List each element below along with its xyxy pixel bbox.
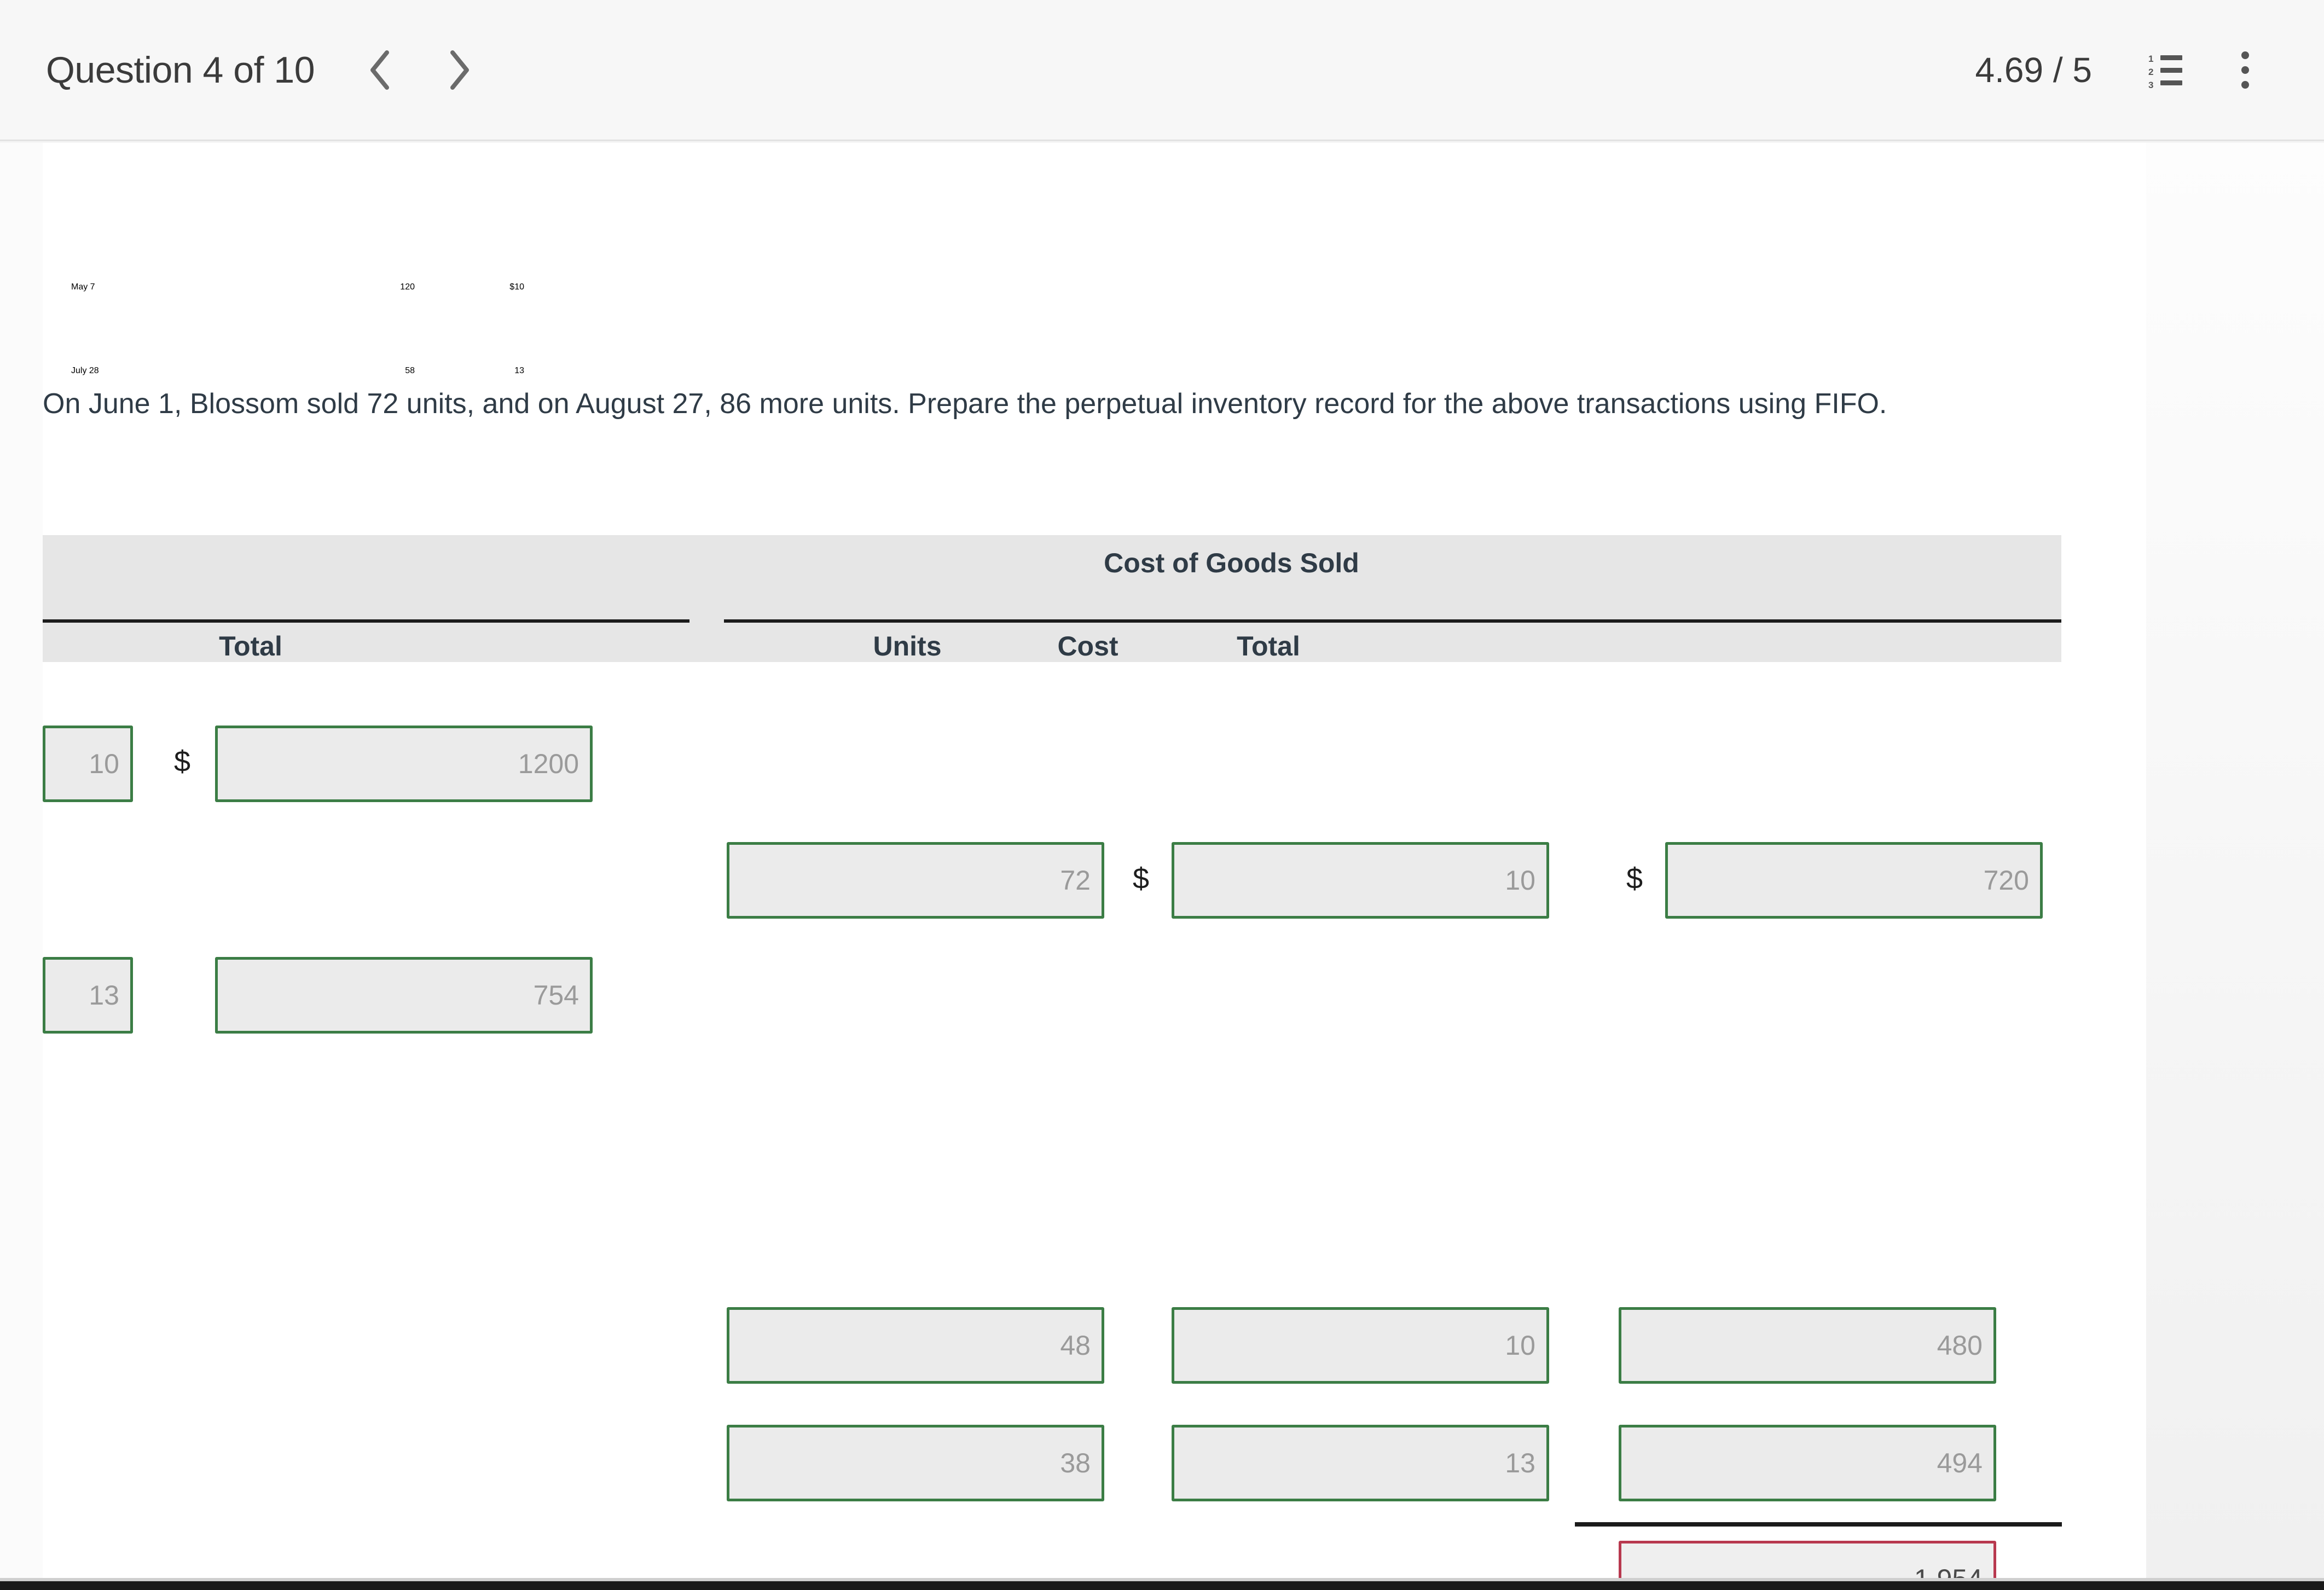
answer-input-row4-cost[interactable]: 10 bbox=[1172, 1307, 1549, 1384]
question-prompt: On June 1, Blossom sold 72 units, and on… bbox=[43, 388, 1887, 420]
header-left-group: Question 4 of 10 bbox=[46, 44, 485, 96]
header-right-group: 4.69 / 5 1 2 3 bbox=[1975, 44, 2272, 96]
chevron-left-icon bbox=[365, 48, 396, 92]
txn-cost: 13 bbox=[514, 366, 524, 375]
list-number-3: 3 bbox=[2148, 79, 2154, 90]
right-gutter bbox=[2146, 143, 2324, 1582]
txn-date: July 28 bbox=[71, 366, 99, 375]
question-list-button[interactable]: 1 2 3 bbox=[2139, 44, 2192, 96]
answer-input-row3-total[interactable]: 754 bbox=[215, 957, 593, 1034]
list-number-2: 2 bbox=[2148, 66, 2154, 77]
kebab-menu-icon bbox=[2241, 51, 2249, 89]
answer-input-row5-cost[interactable]: 13 bbox=[1172, 1425, 1549, 1501]
answer-input-row2-units[interactable]: 72 bbox=[727, 842, 1104, 919]
score-display: 4.69 / 5 bbox=[1975, 50, 2093, 90]
answer-input-row4-units[interactable]: 48 bbox=[727, 1307, 1104, 1384]
answer-input-row6-total[interactable]: 1,954 bbox=[1619, 1541, 1996, 1582]
answer-input-row5-units[interactable]: 38 bbox=[727, 1425, 1104, 1501]
txn-date: May 7 bbox=[71, 282, 95, 292]
list-number-1: 1 bbox=[2148, 53, 2154, 64]
chevron-right-icon bbox=[444, 48, 474, 92]
currency-symbol-row2-cost: $ bbox=[1133, 862, 1150, 895]
column-header-total-cogs: Total bbox=[1237, 631, 1300, 661]
answer-input-row1-cost[interactable]: 10 bbox=[43, 726, 133, 802]
question-navigation bbox=[354, 44, 485, 96]
page-title: Question 4 of 10 bbox=[46, 49, 315, 91]
previous-question-button[interactable] bbox=[354, 44, 407, 96]
answer-input-row5-total[interactable]: 494 bbox=[1619, 1425, 1996, 1501]
answer-input-row2-cost[interactable]: 10 bbox=[1172, 842, 1549, 919]
answer-input-row4-total[interactable]: 480 bbox=[1619, 1307, 1996, 1384]
column-header-total-balance: Total bbox=[219, 631, 282, 661]
bottom-edge-bar bbox=[0, 1581, 2324, 1590]
group-rule-cogs bbox=[724, 619, 2061, 623]
next-question-button[interactable] bbox=[433, 44, 485, 96]
answer-input-row2-total[interactable]: 720 bbox=[1665, 842, 2043, 919]
answer-input-row3-cost[interactable]: 13 bbox=[43, 957, 133, 1034]
cogs-total-rule bbox=[1575, 1522, 2062, 1527]
numbered-list-icon: 1 2 3 bbox=[2148, 53, 2182, 90]
quiz-header: Question 4 of 10 4.69 / 5 1 2 3 bbox=[0, 0, 2324, 141]
left-gutter bbox=[0, 143, 43, 1582]
txn-cost: $10 bbox=[509, 282, 524, 292]
question-content-panel: May 7 120 $10 July 28 58 13 On June 1, B… bbox=[43, 143, 2146, 1582]
group-header-cost-of-goods-sold: Cost of Goods Sold bbox=[1104, 548, 1359, 578]
currency-symbol-row1-total: $ bbox=[174, 745, 191, 778]
group-rule-balance bbox=[43, 619, 689, 623]
more-options-button[interactable] bbox=[2219, 44, 2271, 96]
quiz-app: Question 4 of 10 4.69 / 5 1 2 3 May 7 12… bbox=[0, 0, 2324, 1590]
answer-input-row1-total[interactable]: 1200 bbox=[215, 726, 593, 802]
currency-symbol-row2-total: $ bbox=[1626, 862, 1643, 895]
